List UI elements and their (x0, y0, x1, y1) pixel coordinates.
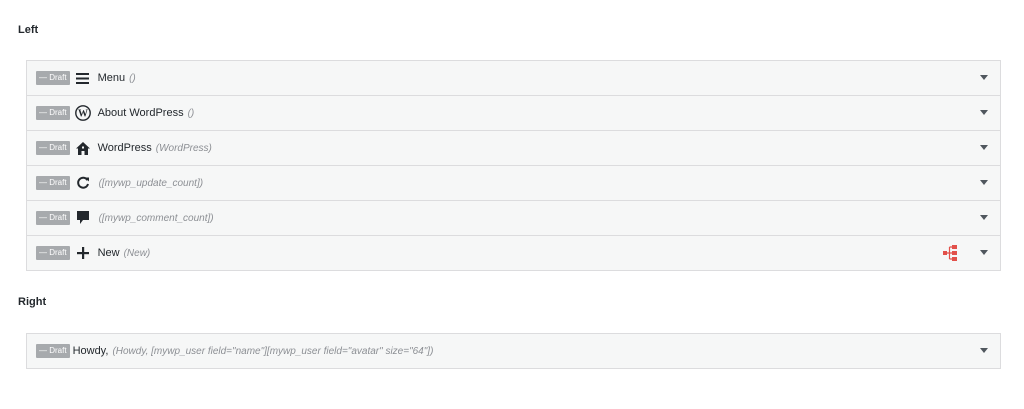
chevron-down-icon[interactable] (980, 145, 988, 150)
chevron-down-icon[interactable] (980, 75, 988, 80)
menu-item-about-wordpress[interactable]: — Draft W About WordPress () (27, 96, 1000, 131)
chevron-down-icon[interactable] (980, 180, 988, 185)
chevron-down-icon[interactable] (980, 110, 988, 115)
item-subtitle: (Howdy, [mywp_user field="name"][mywp_us… (112, 345, 434, 357)
refresh-icon (75, 175, 91, 191)
item-subtitle: ([mywp_update_count]) (98, 177, 204, 189)
draft-badge: — Draft (36, 176, 70, 190)
item-subtitle: (WordPress) (155, 142, 212, 154)
sitemap-icon[interactable] (943, 245, 957, 266)
item-title: WordPress (97, 142, 152, 154)
draft-badge: — Draft (36, 106, 70, 120)
draft-badge: — Draft (36, 141, 70, 155)
item-title: About WordPress (97, 107, 184, 119)
menu-item-updates[interactable]: — Draft ([mywp_update_count]) (27, 166, 1000, 201)
draft-badge: — Draft (36, 344, 70, 358)
draft-badge: — Draft (36, 211, 70, 225)
right-menu-list: — Draft Howdy, (Howdy, [mywp_user field=… (26, 333, 1001, 369)
wordpress-icon: W (74, 105, 91, 121)
comment-icon (75, 210, 91, 226)
chevron-down-icon[interactable] (980, 215, 988, 220)
item-subtitle: () (129, 72, 136, 84)
item-title: Howdy, (72, 345, 109, 357)
draft-badge: — Draft (36, 246, 70, 260)
chevron-down-icon[interactable] (980, 250, 988, 255)
item-title: Menu (97, 72, 126, 84)
item-subtitle: () (187, 107, 195, 119)
menu-icon (75, 70, 91, 86)
menu-item-comments[interactable]: — Draft ([mywp_comment_count]) (27, 201, 1000, 236)
item-subtitle: ([mywp_comment_count]) (98, 212, 214, 224)
chevron-down-icon[interactable] (980, 348, 988, 353)
plus-icon (75, 245, 91, 261)
left-section-title: Left (18, 24, 39, 36)
home-icon (75, 140, 91, 156)
draft-badge: — Draft (36, 71, 70, 85)
item-subtitle: (New) (123, 247, 151, 259)
menu-item-wordpress-home[interactable]: — Draft WordPress (WordPress) (27, 131, 1000, 166)
menu-item-howdy[interactable]: — Draft Howdy, (Howdy, [mywp_user field=… (27, 334, 1000, 369)
menu-item-menu[interactable]: — Draft Menu () (27, 61, 1000, 96)
right-section-title: Right (18, 296, 47, 308)
item-title: New (97, 247, 120, 259)
menu-item-new[interactable]: — Draft New (New) (27, 236, 1000, 271)
left-menu-list: — Draft Menu () — Draft W About WordPres… (26, 60, 1001, 271)
svg-text:W: W (78, 109, 88, 120)
